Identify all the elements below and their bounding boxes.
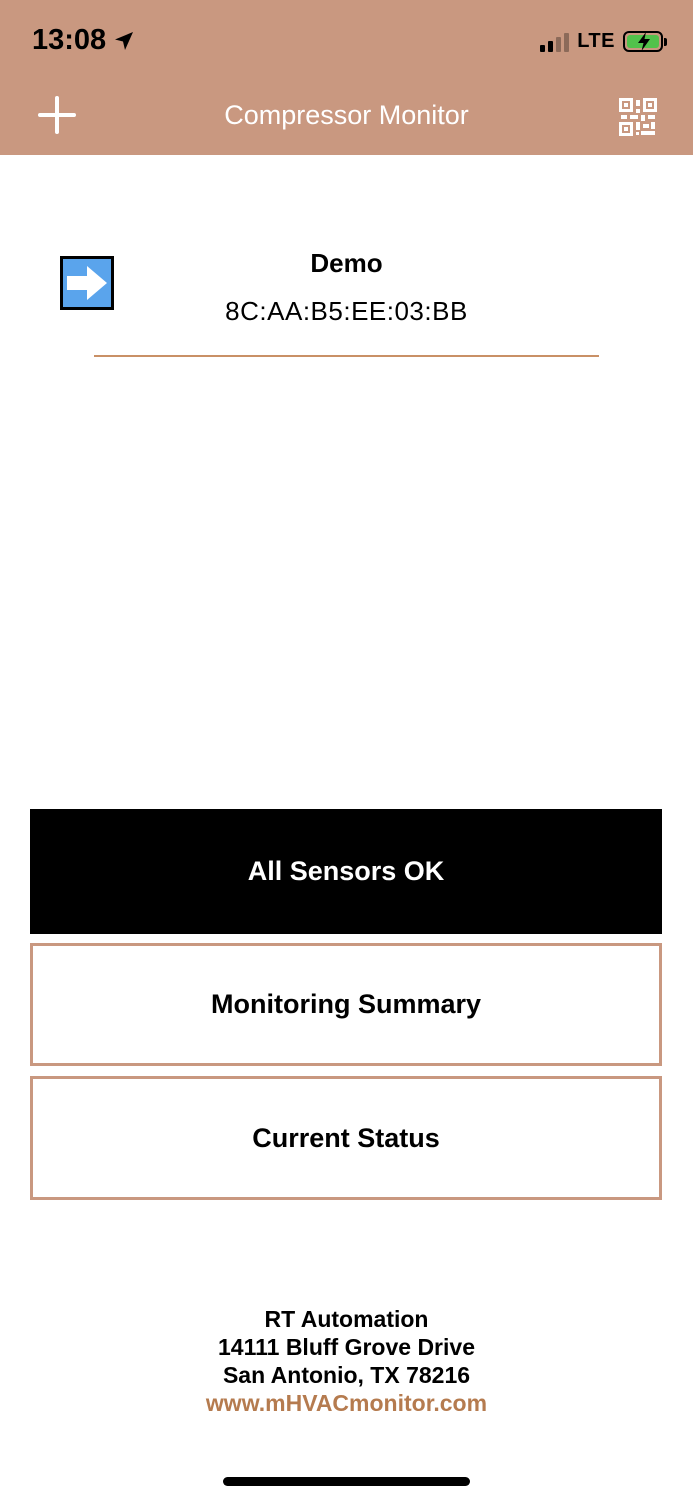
device-name: Demo: [310, 248, 383, 278]
app-screen: 13:08 LTE Compressor Monitor Demo 8C:AA:…: [0, 0, 693, 1500]
status-time-text: 13:08: [32, 24, 107, 56]
all-sensors-ok-button[interactable]: All Sensors OK: [30, 809, 662, 934]
current-status-button[interactable]: Current Status: [30, 1076, 662, 1200]
divider: [94, 355, 599, 357]
signal-strength-icon: [540, 32, 570, 52]
nav-title: Compressor Monitor: [224, 100, 469, 130]
location-arrow-icon: [115, 31, 134, 50]
company-street: 14111 Bluff Grove Drive: [218, 1334, 475, 1360]
header-bar: 13:08 LTE Compressor Monitor: [0, 0, 693, 155]
device-mac-address: 8C:AA:B5:EE:03:BB: [225, 296, 468, 326]
network-type: LTE: [577, 30, 615, 52]
monitoring-summary-button[interactable]: Monitoring Summary: [30, 943, 662, 1066]
website-link[interactable]: www.mHVACmonitor.com: [0, 1389, 693, 1417]
company-name: RT Automation: [264, 1306, 429, 1332]
company-city: San Antonio, TX 78216: [222, 1362, 471, 1388]
qr-code-icon[interactable]: [619, 98, 657, 136]
device-list-item[interactable]: Demo 8C:AA:B5:EE:03:BB: [0, 240, 693, 360]
status-indicators: LTE: [540, 30, 667, 53]
status-time: 13:08: [32, 24, 136, 57]
battery-icon: [623, 31, 667, 52]
company-footer: RT Automation 14111 Bluff Grove Drive Sa…: [0, 1305, 693, 1417]
charging-bolt-icon: [638, 32, 650, 51]
home-indicator[interactable]: [223, 1477, 470, 1486]
